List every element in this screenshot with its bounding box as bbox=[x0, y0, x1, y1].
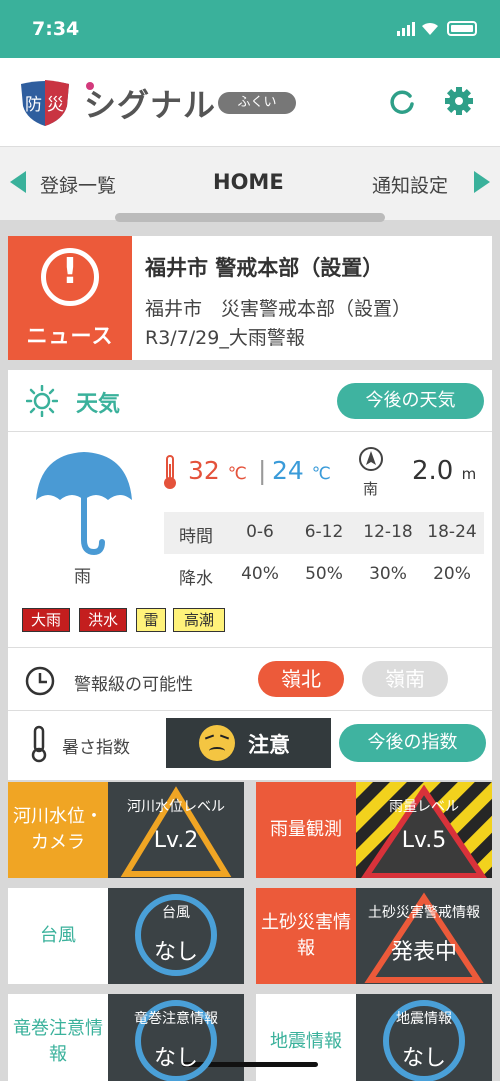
region-south-button[interactable]: 嶺南 bbox=[362, 661, 448, 697]
pager-indicator bbox=[115, 213, 385, 222]
wind-direction: 南 bbox=[363, 480, 379, 498]
warning-possibility-row: 警報級の可能性 嶺北 嶺南 bbox=[8, 647, 492, 711]
heat-index-label: 暑さ指数 bbox=[62, 738, 130, 758]
possibility-label: 警報級の可能性 bbox=[74, 675, 193, 695]
news-title: 福井市 警戒本部（設置） bbox=[145, 256, 384, 280]
wifi-icon bbox=[420, 20, 440, 40]
typhoon-tile[interactable]: 台風 台風 なし bbox=[8, 888, 244, 984]
warning-badge-3: 高潮 bbox=[173, 608, 225, 632]
thermometer-icon bbox=[31, 725, 47, 763]
warning-badge-0: 大雨 bbox=[22, 608, 70, 632]
svg-text:災: 災 bbox=[47, 95, 64, 115]
news-card[interactable]: ニュース 福井市 警戒本部（設置） 福井市 災害警戒本部（設置） R3/7/29… bbox=[8, 236, 492, 360]
alert-icon bbox=[41, 248, 99, 306]
svg-text:防: 防 bbox=[25, 95, 42, 115]
weather-header: 天気 今後の天気 bbox=[8, 370, 492, 432]
news-line-2: R3/7/29_大雨警報 bbox=[145, 327, 305, 349]
thermometer-icon bbox=[164, 455, 176, 489]
umbrella-icon bbox=[36, 452, 132, 556]
rain-probability-table: 時間 0-6 6-12 12-18 18-24 降水 40% 50% 30% 2… bbox=[164, 512, 484, 596]
sun-icon bbox=[26, 385, 58, 417]
weather-condition: 雨 bbox=[74, 567, 91, 587]
temp-separator: | bbox=[258, 456, 267, 485]
warning-badge-1: 洪水 bbox=[79, 608, 127, 632]
news-badge: ニュース bbox=[8, 236, 132, 360]
gear-icon[interactable] bbox=[444, 86, 474, 116]
clock-icon bbox=[25, 666, 55, 696]
status-time: 7:34 bbox=[32, 18, 80, 40]
table-row: 時間 0-6 6-12 12-18 18-24 bbox=[164, 512, 484, 554]
worried-face-icon bbox=[199, 725, 235, 761]
brand-title: シグナル bbox=[84, 80, 216, 126]
news-line-1: 福井市 災害警戒本部（設置） bbox=[145, 298, 412, 320]
tab-navigation: 登録一覧 HOME 通知設定 bbox=[0, 146, 500, 220]
rainfall-tile[interactable]: 雨量観測 雨量レベル Lv.5 bbox=[256, 782, 492, 878]
tab-next-arrow-icon[interactable] bbox=[474, 171, 490, 193]
warning-badge-2: 雷 bbox=[136, 608, 166, 632]
tab-home[interactable]: HOME bbox=[213, 170, 284, 194]
tab-registered-list[interactable]: 登録一覧 bbox=[40, 171, 116, 198]
table-row: 降水 40% 50% 30% 20% bbox=[179, 564, 471, 589]
status-bar: 7:34 bbox=[0, 0, 500, 58]
heat-index-status: 注意 bbox=[166, 718, 331, 768]
river-level-tile[interactable]: 河川水位・カメラ 河川水位レベル Lv.2 bbox=[8, 782, 244, 878]
earthquake-tile[interactable]: 地震情報 地震情報 なし bbox=[256, 994, 492, 1081]
heat-index-row: 暑さ指数 注意 今後の指数 bbox=[8, 711, 492, 777]
future-index-button[interactable]: 今後の指数 bbox=[339, 724, 486, 762]
cellular-signal-icon bbox=[397, 22, 415, 36]
weather-card: 天気 今後の天気 雨 32 ℃ | 24 ℃ 南 2.0 m 時間 0-6 6-… bbox=[8, 370, 492, 780]
future-weather-button[interactable]: 今後の天気 bbox=[337, 383, 484, 419]
temp-min: 24 ℃ bbox=[272, 456, 331, 485]
battery-icon bbox=[447, 21, 477, 36]
wind-direction-icon bbox=[359, 447, 383, 471]
weather-title: 天気 bbox=[76, 392, 121, 417]
tab-notification-settings[interactable]: 通知設定 bbox=[372, 171, 448, 198]
app-header: 防 災 シグナル ふくい bbox=[0, 58, 500, 146]
prefecture-badge: ふくい bbox=[218, 92, 296, 114]
landslide-tile[interactable]: 土砂災害情報 土砂災害警戒情報 発表中 bbox=[256, 888, 492, 984]
refresh-icon[interactable] bbox=[388, 88, 416, 116]
tornado-tile[interactable]: 竜巻注意情報 竜巻注意情報 なし bbox=[8, 994, 244, 1081]
temp-max: 32 ℃ bbox=[188, 456, 247, 485]
region-north-button[interactable]: 嶺北 bbox=[258, 661, 344, 697]
tab-prev-arrow-icon[interactable] bbox=[10, 171, 26, 193]
wind-speed: 2.0 m bbox=[412, 456, 477, 486]
bousai-shield-logo: 防 災 bbox=[21, 80, 69, 126]
